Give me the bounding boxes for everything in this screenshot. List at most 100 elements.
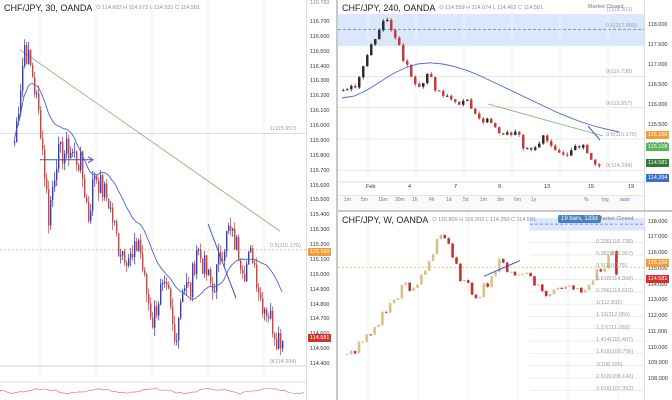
candle-body — [26, 45, 28, 64]
timeframe-button[interactable]: 3m — [497, 197, 504, 203]
candle-body — [140, 240, 142, 254]
candle-body — [244, 274, 246, 282]
timeframe-button[interactable]: 1y — [531, 197, 536, 203]
price-tick-label: 115.800 — [310, 152, 330, 159]
chart-panel-30m[interactable]: CHF/JPY, 30, OANDA O 114.603 H 114.672 L… — [0, 0, 336, 400]
timeframe-button[interactable]: 4h — [429, 197, 435, 203]
candlestick-chart-30m[interactable] — [0, 0, 306, 400]
scale-toggle[interactable]: log — [602, 197, 609, 203]
candle-body — [591, 280, 595, 285]
candle-body — [435, 239, 439, 255]
timeframe-button[interactable]: 1d — [446, 197, 452, 203]
candle-body — [32, 65, 34, 78]
price-badge-green: 115.108 — [646, 142, 670, 151]
candle-body — [388, 303, 392, 313]
chart-panel-4h[interactable]: CHF/JPY, 240, OANDA O 114.559 H 114.674 … — [338, 0, 672, 210]
candle-body — [490, 276, 493, 287]
timeframe-button[interactable]: 1h — [412, 197, 418, 203]
candle-body — [74, 151, 76, 153]
timeframe-button[interactable]: 6m — [514, 197, 521, 203]
candle-body — [118, 233, 120, 256]
candle-body — [373, 327, 376, 335]
price-badge-orange: 115.160 — [308, 248, 332, 257]
candle-body — [58, 143, 60, 169]
fib-level-label: 3.618(107.362) — [596, 386, 634, 393]
fib-level-label: 1(112.832) — [596, 300, 623, 307]
candle-body — [206, 255, 208, 276]
candle-body — [434, 77, 437, 91]
timeframe-button[interactable]: 5m — [361, 197, 368, 203]
candle-body — [494, 271, 497, 277]
candle-body — [443, 234, 447, 239]
timeframe-button[interactable]: 15m — [378, 197, 388, 203]
price-badge-last: 114.581 — [646, 274, 670, 283]
candle-body — [525, 272, 528, 275]
candle-body — [498, 127, 501, 134]
candle-body — [204, 255, 206, 274]
candle-body — [568, 285, 571, 287]
candle-body — [424, 270, 427, 275]
candle-body — [490, 118, 493, 123]
price-tick-label: 116.700 — [310, 18, 330, 25]
scale-toggle[interactable]: % — [584, 197, 588, 203]
candle-body — [578, 146, 581, 148]
candle-body — [86, 197, 88, 203]
candle-body — [390, 19, 393, 31]
timeframe-button[interactable]: 1m — [480, 197, 487, 203]
candle-body — [254, 263, 256, 265]
candle-body — [458, 101, 461, 105]
candle-body — [514, 131, 517, 135]
candle-body — [370, 44, 373, 56]
price-tick-label: 115.500 — [648, 122, 668, 128]
price-badge-orange: 115.160 — [646, 130, 670, 139]
candle-body — [362, 66, 365, 78]
price-axis[interactable]: 116.700 116.600 116.500 116.400 116.300 116.2… — [306, 0, 336, 400]
price-tick-label: 117.000 — [648, 62, 668, 68]
candle-body — [208, 269, 210, 276]
candle-body — [342, 90, 345, 92]
price-tick-label: 118.000 — [648, 218, 668, 225]
fib-level-label: 1(118.303) — [606, 6, 633, 13]
ohlc-readout: O 114.559 H 114.674 L 114.462 C 114.581 — [439, 5, 544, 11]
candlestick-chart-4h[interactable] — [338, 0, 644, 210]
candle-body — [52, 186, 54, 200]
candle-body — [228, 225, 230, 232]
candle-body — [252, 248, 254, 264]
candle-body — [517, 274, 521, 276]
candle-body — [455, 257, 458, 264]
candle-body — [580, 287, 583, 293]
ohlc-readout: O 114.603 H 114.672 L 114.531 C 114.581 — [96, 5, 201, 11]
candle-body — [529, 272, 532, 277]
candle-body — [521, 274, 525, 276]
candle-body — [494, 122, 497, 128]
timeframe-button[interactable]: 30m — [395, 197, 405, 203]
candle-body — [278, 333, 280, 349]
price-badge-blue: 114.394 — [646, 174, 670, 183]
symbol-label[interactable]: CHF/JPY, 30, OANDA — [4, 3, 92, 13]
candle-body — [260, 292, 262, 299]
timeframe-button[interactable]: 1m — [344, 197, 351, 203]
chart-panel-weekly[interactable]: CHF/JPY, W, OANDA O 115.809 H 116.002 L … — [338, 212, 672, 400]
price-axis[interactable]: 118.000 117.000 116.000 115.000 114.000 113.0… — [644, 212, 672, 400]
candle-body — [230, 225, 232, 231]
candle-body — [442, 91, 445, 96]
scale-toggle[interactable]: auto — [620, 197, 630, 203]
symbol-label[interactable]: CHF/JPY, W, OANDA — [342, 215, 428, 225]
timeframe-button[interactable]: 5d — [463, 197, 469, 203]
candle-body — [96, 175, 98, 181]
candle-body — [582, 144, 585, 148]
price-tick-label: 113.000 — [648, 297, 668, 304]
candle-body — [170, 288, 172, 307]
candle-body — [214, 291, 216, 293]
candle-body — [459, 263, 462, 282]
candle-body — [365, 334, 369, 342]
candle-body — [282, 340, 284, 349]
candle-body — [44, 149, 46, 179]
candle-body — [168, 284, 170, 289]
symbol-label[interactable]: CHF/JPY, 240, OANDA — [342, 3, 435, 13]
price-tick-label: 114.800 — [310, 301, 330, 308]
candle-body — [108, 198, 110, 209]
candle-body — [202, 258, 204, 274]
price-tick-label: 115.500 — [310, 197, 330, 204]
price-axis[interactable]: 118.000 117.500 117.000 116.500 116.000 115.5… — [644, 0, 672, 210]
